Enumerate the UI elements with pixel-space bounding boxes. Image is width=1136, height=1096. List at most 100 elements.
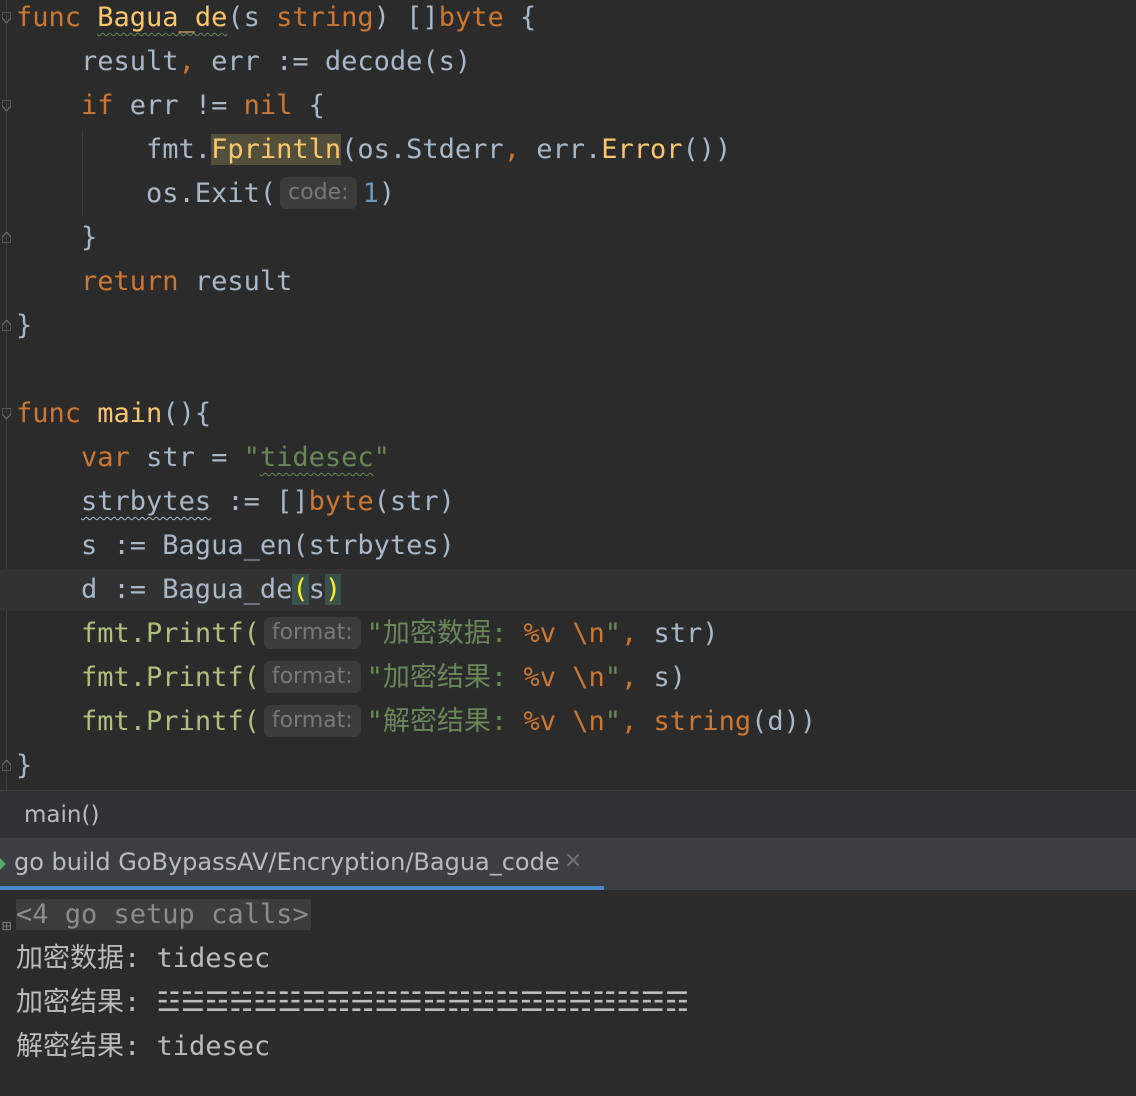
- code-token: ": [604, 662, 622, 693]
- code-token: Fprintln: [211, 134, 342, 165]
- fold-end-icon[interactable]: [2, 320, 11, 331]
- code-token: }: [16, 310, 33, 341]
- fold-arrow-icon[interactable]: [2, 408, 11, 419]
- code-token: d := Bagua_de: [16, 574, 293, 605]
- code-token: fmt.Printf(: [81, 662, 260, 693]
- code-token: err.: [519, 134, 602, 165]
- code-token: %v: [523, 706, 556, 737]
- console-line: 加密结果: ☳☱☲☵☳☳☲☶☵☳☱☲☵☳☳☲☶☵☳☳☲☶: [16, 987, 690, 1018]
- run-marker-icon: [0, 858, 6, 870]
- code-token: }: [16, 222, 98, 253]
- setup-calls-fold[interactable]: <4 go setup calls>: [16, 899, 311, 930]
- code-line[interactable]: s := Bagua_en(strbytes): [16, 524, 455, 568]
- code-token: var: [81, 442, 130, 473]
- code-token: fmt.: [16, 134, 212, 165]
- code-token: Bagua_de: [97, 2, 228, 33]
- code-token: nil: [243, 90, 293, 121]
- expand-icon[interactable]: ⊞: [2, 916, 12, 935]
- code-token: (: [292, 574, 309, 605]
- code-token: {: [292, 90, 325, 121]
- code-token: %v: [523, 662, 556, 693]
- code-token: ,: [621, 618, 638, 649]
- code-token: ,: [621, 662, 638, 693]
- fold-end-icon[interactable]: [2, 760, 11, 771]
- code-line[interactable]: fmt.Fprintln(os.Stderr, err.Error()): [16, 128, 731, 172]
- code-token: byte: [438, 2, 504, 33]
- code-token: }: [16, 750, 33, 781]
- code-token: ": [604, 618, 622, 649]
- code-line[interactable]: fmt.Printf(format: "加密结果: %v \n", s): [16, 656, 686, 700]
- code-line[interactable]: fmt.Printf(format: "解密结果: %v \n", string(…: [16, 700, 816, 744]
- code-token: Error: [601, 134, 683, 165]
- code-token: {: [503, 2, 537, 33]
- code-token: ": [243, 442, 260, 473]
- code-token: ,: [178, 46, 195, 77]
- code-token: s): [637, 662, 687, 693]
- fold-arrow-icon[interactable]: [2, 12, 11, 23]
- code-token: result: [16, 46, 179, 77]
- fold-end-icon[interactable]: [2, 232, 11, 243]
- run-tab-label[interactable]: go build GoBypassAV/Encryption/Bagua_cod…: [14, 848, 560, 876]
- code-token: \n: [572, 706, 605, 737]
- code-token: ) []: [373, 2, 439, 33]
- fold-arrow-icon[interactable]: [2, 100, 11, 111]
- code-line[interactable]: }: [16, 744, 32, 788]
- code-token: s := Bagua_en(strbytes): [16, 530, 455, 561]
- code-line[interactable]: return result: [16, 260, 292, 304]
- code-token: ()): [682, 134, 732, 165]
- run-toolwindow-header: go build GoBypassAV/Encryption/Bagua_cod…: [0, 838, 1136, 890]
- code-token: func: [16, 2, 98, 33]
- code-token: \n: [572, 662, 605, 693]
- close-icon[interactable]: ×: [564, 848, 582, 873]
- code-line[interactable]: result, err := decode(s): [16, 40, 471, 84]
- code-line[interactable]: }: [16, 216, 97, 260]
- code-line[interactable]: }: [16, 304, 32, 348]
- code-token: strbytes: [81, 486, 212, 517]
- code-token: %v: [523, 618, 556, 649]
- parameter-hint: code:: [280, 176, 357, 209]
- code-token: ": [373, 442, 390, 473]
- code-token: (os.Stderr: [341, 134, 504, 165]
- code-token: return: [81, 266, 179, 297]
- code-line[interactable]: fmt.Printf(format: "加密数据: %v \n", str): [16, 612, 719, 656]
- code-token: ,: [503, 134, 520, 165]
- code-line[interactable]: d := Bagua_de(s): [16, 568, 342, 612]
- code-token: \n: [572, 618, 605, 649]
- code-token: (str): [373, 486, 455, 517]
- code-line[interactable]: os.Exit(code: 1): [16, 172, 395, 216]
- code-token: err !=: [113, 90, 244, 121]
- code-line[interactable]: func Bagua_de(s string) []byte {: [16, 0, 536, 40]
- code-token: tidesec: [259, 442, 374, 473]
- code-editor[interactable]: func Bagua_de(s string) []byte { result,…: [0, 0, 1136, 790]
- run-tab[interactable]: go build GoBypassAV/Encryption/Bagua_cod…: [0, 838, 604, 890]
- code-token: ): [378, 178, 396, 209]
- setup-calls-line[interactable]: <4 go setup calls>: [16, 893, 311, 937]
- parameter-hint: format:: [263, 660, 361, 693]
- code-token: ": [604, 706, 622, 737]
- console-line: 解密结果: tidesec: [16, 1031, 271, 1062]
- code-token: byte: [308, 486, 374, 517]
- code-token: err := decode(s): [194, 46, 472, 77]
- console-line: 加密数据: tidesec: [16, 943, 271, 974]
- code-token: os.Exit(: [16, 178, 277, 209]
- code-line[interactable]: strbytes := []byte(str): [16, 480, 455, 524]
- code-token: (s: [227, 2, 277, 33]
- code-line[interactable]: var str = "tidesec": [16, 436, 390, 480]
- code-token: fmt.Printf(: [81, 618, 260, 649]
- code-line[interactable]: func main(){: [16, 392, 211, 436]
- code-token: string: [653, 706, 752, 737]
- code-token: s: [308, 574, 325, 605]
- code-token: (d)): [751, 706, 817, 737]
- breadcrumb[interactable]: main(): [0, 790, 1136, 839]
- breadcrumb-label[interactable]: main(): [24, 791, 99, 839]
- code-line[interactable]: if err != nil {: [16, 84, 325, 128]
- code-token: "解密结果:: [366, 706, 524, 737]
- code-token: string: [276, 2, 374, 33]
